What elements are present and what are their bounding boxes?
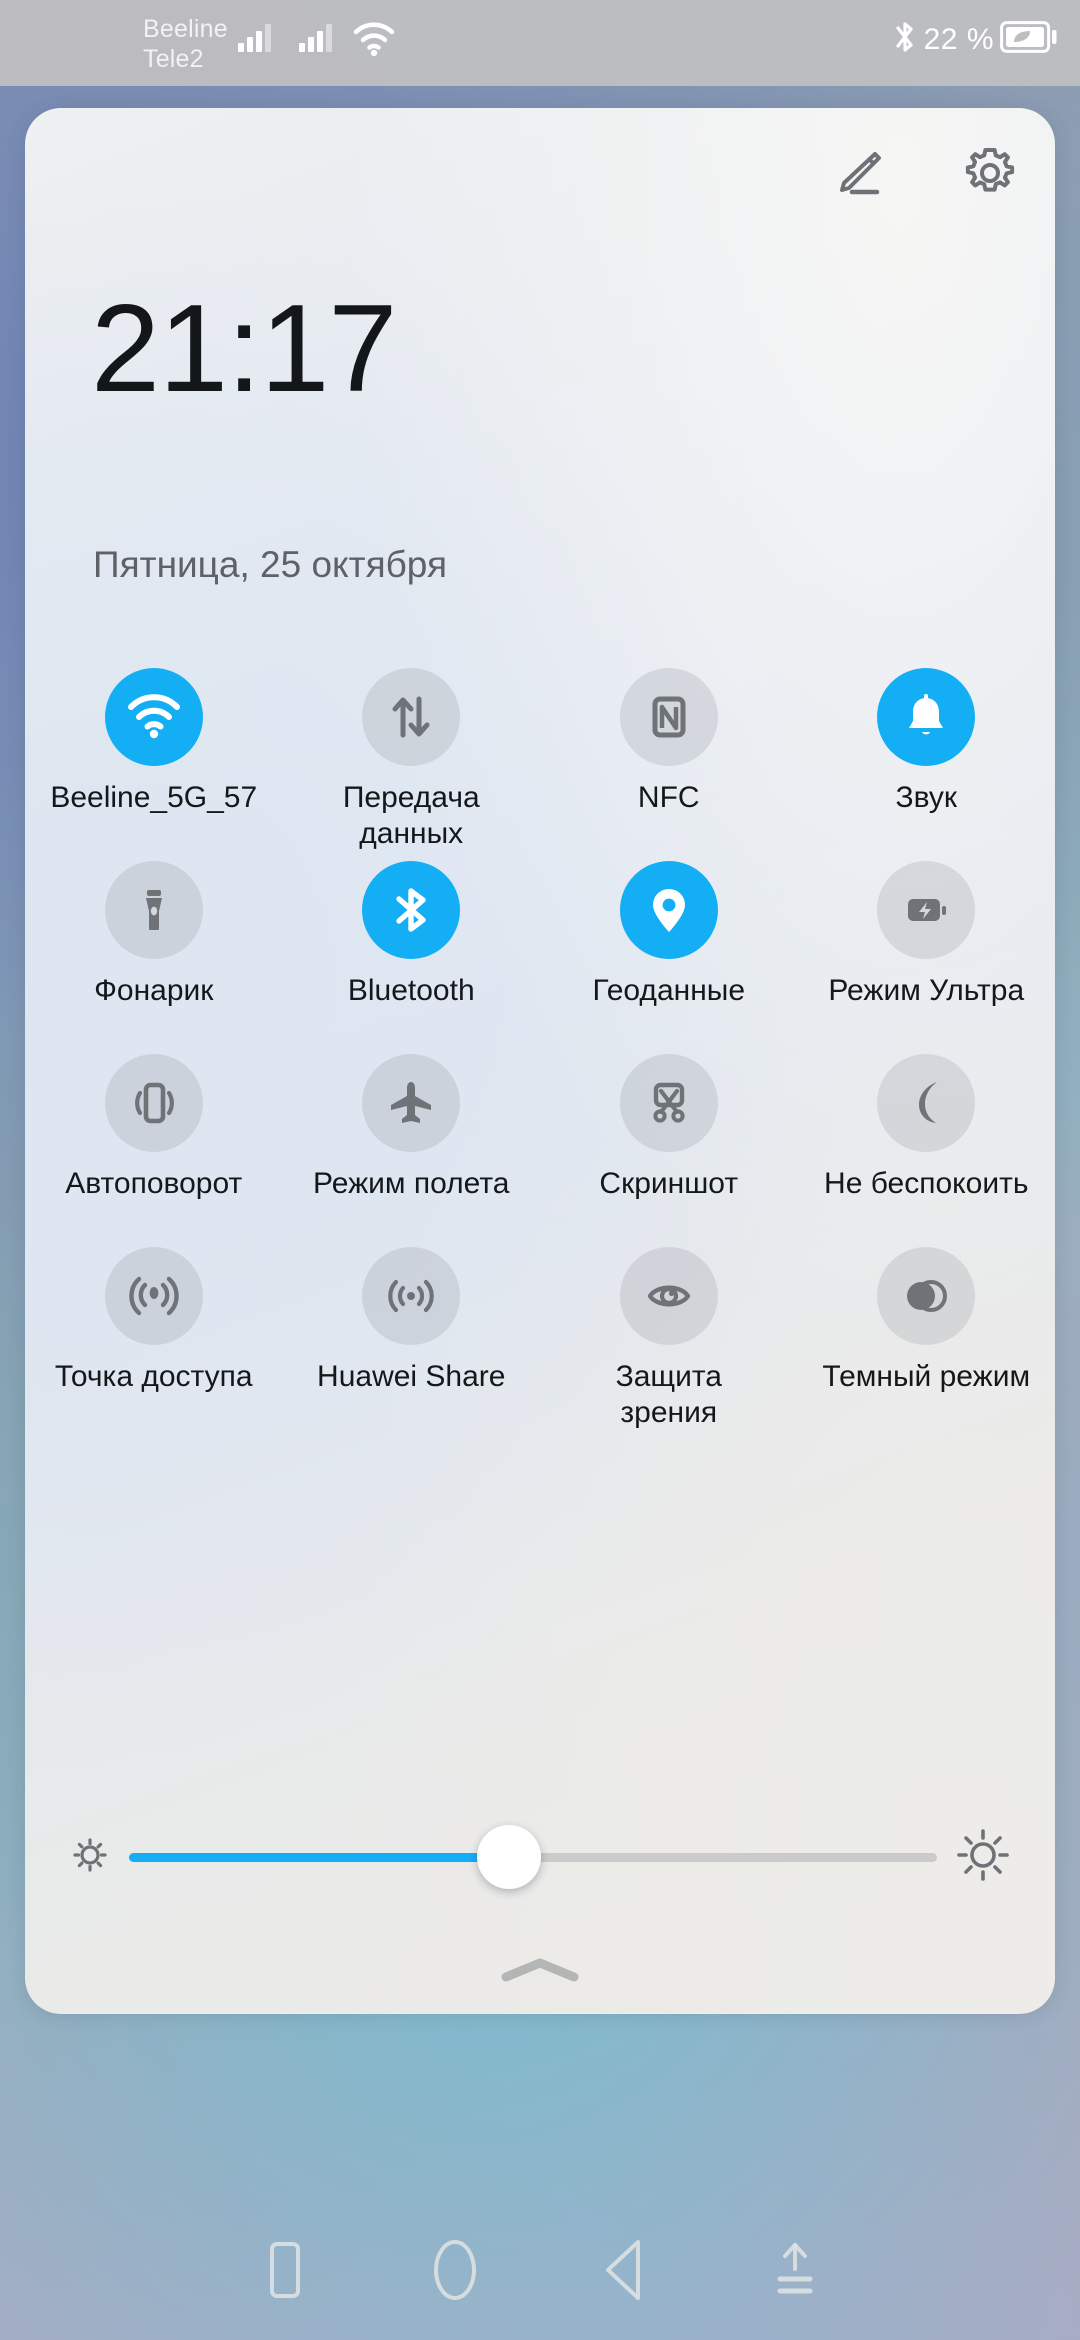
toggle-bluetooth[interactable]: Bluetooth bbox=[283, 861, 541, 1054]
toggle-auto-rotate[interactable]: Автоповорот bbox=[25, 1054, 283, 1247]
nfc-icon[interactable] bbox=[619, 668, 718, 766]
data-transfer-icon[interactable] bbox=[362, 668, 461, 766]
toggle-hotspot[interactable]: Точка доступа bbox=[25, 1247, 283, 1440]
toggle-sound-label: Звук bbox=[895, 781, 958, 814]
toggle-wifi-label: Beeline_5G_57 bbox=[50, 781, 258, 814]
toggle-grid: Beeline_5G_57 Передача данных NFC Звук Ф… bbox=[25, 668, 1055, 1440]
bluetooth-icon bbox=[892, 18, 918, 61]
toggle-huawei-share-label: Huawei Share bbox=[317, 1360, 506, 1393]
signal-bars-icon bbox=[238, 22, 271, 52]
navigation-bar bbox=[0, 2200, 1080, 2340]
hide-navbar-arrow-icon[interactable] bbox=[710, 2200, 880, 2340]
flashlight-icon[interactable] bbox=[104, 861, 203, 959]
status-bar: Beeline Tele2 22 % bbox=[0, 0, 1080, 86]
toggle-ultra-power-mode[interactable]: Режим Ультра bbox=[798, 861, 1056, 1054]
toggle-bluetooth-label: Bluetooth bbox=[347, 974, 475, 1007]
brightness-slider[interactable] bbox=[129, 1822, 937, 1892]
clock-date: Пятница, 25 октября bbox=[93, 544, 447, 585]
carrier-2: Tele2 bbox=[143, 45, 204, 73]
toggle-airplane-mode[interactable]: Режим полета bbox=[283, 1054, 541, 1247]
toggle-eye-comfort[interactable]: Защита зрения bbox=[540, 1247, 798, 1440]
toggle-flashlight[interactable]: Фонарик bbox=[25, 861, 283, 1054]
bluetooth-icon[interactable] bbox=[362, 861, 461, 959]
bell-icon[interactable] bbox=[877, 668, 976, 766]
toggle-nfc-label: NFC bbox=[637, 781, 700, 814]
toggle-dark-mode[interactable]: Темный режим bbox=[798, 1247, 1056, 1440]
toggle-eye-comfort-label: Защита зрения bbox=[615, 1360, 722, 1429]
slider-fill bbox=[129, 1852, 509, 1862]
signal-bars-icon bbox=[299, 22, 332, 52]
quick-settings-panel: 21:17 Пятница, 25 октября Beeline_5G_57 … bbox=[25, 108, 1055, 2014]
hotspot-icon[interactable] bbox=[104, 1247, 203, 1345]
toggle-do-not-disturb[interactable]: Не беспокоить bbox=[798, 1054, 1056, 1247]
toggle-location[interactable]: Геоданные bbox=[540, 861, 798, 1054]
edit-pencil-icon[interactable] bbox=[821, 136, 895, 210]
moon-icon[interactable] bbox=[877, 1054, 976, 1152]
brightness-low-icon[interactable] bbox=[67, 1832, 113, 1883]
eye-comfort-icon[interactable] bbox=[619, 1247, 718, 1345]
auto-rotate-icon[interactable] bbox=[104, 1054, 203, 1152]
back-triangle-icon[interactable] bbox=[540, 2200, 710, 2340]
clock-time: 21:17 bbox=[91, 280, 397, 418]
screenshot-scissors-icon[interactable] bbox=[619, 1054, 718, 1152]
chevron-up-icon[interactable] bbox=[498, 1955, 582, 1990]
toggle-screenshot-label: Скриншот bbox=[599, 1167, 739, 1200]
battery-bolt-icon[interactable] bbox=[877, 861, 976, 959]
carrier-1: Beeline bbox=[143, 15, 228, 43]
recents-square-icon[interactable] bbox=[200, 2200, 370, 2340]
toggle-flashlight-label: Фонарик bbox=[94, 974, 214, 1007]
toggle-mobile-data-label: Передача данных bbox=[342, 781, 480, 850]
dark-mode-icon[interactable] bbox=[877, 1247, 976, 1345]
toggle-nfc[interactable]: NFC bbox=[540, 668, 798, 861]
location-pin-icon[interactable] bbox=[619, 861, 718, 959]
toggle-mobile-data[interactable]: Передача данных bbox=[283, 668, 541, 861]
battery-percent-label: 22 % bbox=[923, 22, 994, 56]
toggle-location-label: Геоданные bbox=[592, 974, 746, 1007]
battery-powersaving-leaf-icon bbox=[1000, 21, 1058, 58]
airplane-icon[interactable] bbox=[362, 1054, 461, 1152]
toggle-do-not-disturb-label: Не беспокоить bbox=[824, 1167, 1029, 1200]
toggle-auto-rotate-label: Автоповорот bbox=[65, 1167, 243, 1200]
wifi-icon bbox=[352, 22, 396, 61]
brightness-control bbox=[25, 1802, 1055, 1912]
panel-header bbox=[821, 136, 1027, 210]
toggle-airplane-mode-label: Режим полета bbox=[313, 1167, 510, 1200]
carrier-names: Beeline Tele2 bbox=[143, 14, 228, 74]
toggle-wifi[interactable]: Beeline_5G_57 bbox=[25, 668, 283, 861]
wifi-icon[interactable] bbox=[104, 668, 203, 766]
huawei-share-icon[interactable] bbox=[362, 1247, 461, 1345]
slider-thumb[interactable] bbox=[476, 1825, 541, 1889]
toggle-hotspot-label: Точка доступа bbox=[54, 1360, 253, 1393]
toggle-ultra-power-mode-label: Режим Ультра bbox=[828, 974, 1025, 1007]
toggle-dark-mode-label: Темный режим bbox=[822, 1360, 1031, 1393]
toggle-sound[interactable]: Звук bbox=[798, 668, 1056, 861]
home-circle-icon[interactable] bbox=[370, 2200, 540, 2340]
toggle-screenshot[interactable]: Скриншот bbox=[540, 1054, 798, 1247]
toggle-huawei-share[interactable]: Huawei Share bbox=[283, 1247, 541, 1440]
gear-icon[interactable] bbox=[953, 136, 1027, 210]
brightness-high-icon[interactable] bbox=[953, 1825, 1013, 1890]
